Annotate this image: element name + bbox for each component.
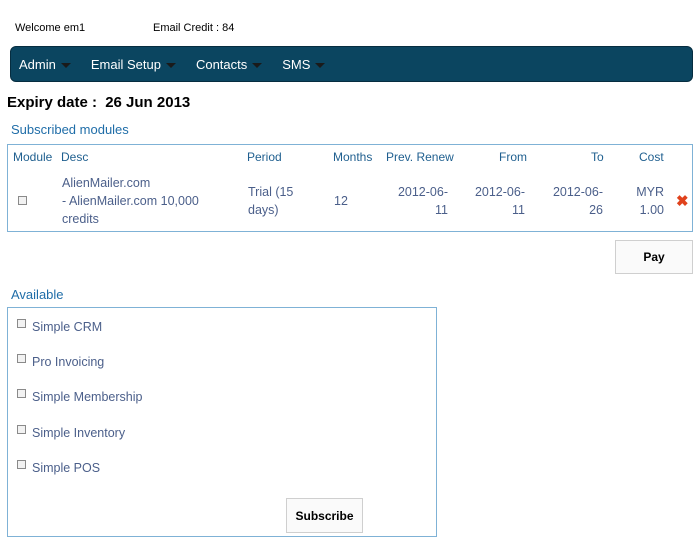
module-desc-line-3: credits — [62, 212, 99, 226]
available-title: Available — [11, 287, 64, 302]
module-checkbox[interactable] — [17, 424, 26, 434]
module-cost: MYR 1.00 — [628, 183, 664, 219]
module-label: Simple Inventory — [32, 426, 126, 440]
col-header-to: To — [591, 150, 604, 164]
module-to-line-1: 2012-06- — [552, 185, 603, 199]
module-label: Simple CRM — [32, 320, 103, 334]
col-header-from: From — [499, 150, 527, 164]
module-from-line-2: 11 — [512, 203, 525, 217]
nav-email-setup-label: Email Setup — [90, 56, 161, 72]
col-header-desc: Desc — [61, 150, 89, 164]
nav-admin-label: Admin — [19, 56, 56, 72]
caret-down-icon — [60, 62, 71, 68]
module-desc-line-1: AlienMailer.com — [62, 176, 151, 190]
list-item: Simple Inventory — [17, 424, 126, 440]
module-period-line-1: Trial (15 — [248, 185, 294, 199]
module-desc: AlienMailer.com - AlienMailer.com 10,000… — [62, 174, 237, 228]
module-months: 12 — [334, 194, 348, 208]
module-prev-renew-line-1: 2012-06- — [397, 185, 448, 199]
main-navbar: Admin Email Setup Contacts SMS — [10, 46, 693, 82]
module-to: 2012-06- 26 — [543, 183, 603, 219]
col-header-cost: Cost — [639, 150, 664, 164]
subscribed-modules-title: Subscribed modules — [11, 122, 129, 137]
subscribed-modules-table: Module Desc Period Months Prev. Renew Fr… — [7, 144, 693, 232]
module-period-line-2: days) — [248, 203, 279, 217]
nav-sms[interactable]: SMS — [282, 56, 326, 72]
module-checkbox[interactable] — [17, 459, 26, 469]
module-period: Trial (15 days) — [248, 183, 293, 219]
caret-down-icon — [315, 62, 326, 68]
welcome-text: Welcome em1 — [15, 22, 86, 34]
module-label: Pro Invoicing — [32, 355, 105, 369]
module-checkbox[interactable] — [17, 388, 26, 398]
module-from-line-1: 2012-06- — [474, 185, 525, 199]
module-prev-renew: 2012-06- 11 — [388, 183, 448, 219]
available-modules-list: Simple CRM Pro Invoicing Simple Membersh… — [7, 307, 437, 537]
list-item: Pro Invoicing — [17, 353, 105, 369]
module-desc-line-2: - AlienMailer.com 10,000 — [62, 194, 199, 208]
expiry-label: Expiry date : — [7, 94, 98, 111]
module-to-line-2: 26 — [589, 203, 603, 217]
expiry-heading: Expiry date : 26 Jun 2013 — [7, 94, 190, 111]
nav-admin[interactable]: Admin — [19, 57, 71, 72]
col-header-months: Months — [333, 150, 373, 164]
email-credit-text: Email Credit : 84 — [153, 22, 235, 34]
list-item: Simple POS — [17, 459, 101, 475]
col-header-prev-renew: Prev. Renew — [386, 150, 454, 164]
nav-email-setup[interactable]: Email Setup — [91, 57, 176, 72]
pay-button[interactable]: Pay — [615, 240, 693, 274]
list-item: Simple Membership — [17, 388, 143, 404]
module-checkbox[interactable] — [17, 318, 26, 328]
close-icon[interactable]: ✖ — [676, 192, 689, 210]
caret-down-icon — [165, 62, 176, 68]
col-header-module: Module — [13, 150, 53, 164]
module-label: Simple POS — [32, 461, 101, 475]
nav-contacts[interactable]: Contacts — [195, 56, 263, 72]
nav-contacts-label: Contacts — [195, 56, 248, 72]
module-from: 2012-06- 11 — [465, 183, 525, 219]
top-bar: Welcome em1 Email Credit : 84 — [15, 22, 234, 34]
subscribe-button[interactable]: Subscribe — [286, 498, 363, 533]
expiry-date: 26 Jun 2013 — [105, 94, 191, 111]
module-checkbox[interactable] — [17, 353, 26, 363]
list-item: Simple CRM — [17, 318, 103, 334]
module-prev-renew-line-2: 11 — [435, 203, 448, 217]
nav-sms-label: SMS — [282, 56, 311, 72]
module-label: Simple Membership — [32, 390, 143, 404]
col-header-period: Period — [247, 150, 282, 164]
module-cost-line-2: 1.00 — [639, 203, 664, 217]
caret-down-icon — [252, 62, 263, 68]
module-checkbox[interactable] — [18, 196, 27, 205]
module-cost-line-1: MYR — [636, 185, 664, 199]
